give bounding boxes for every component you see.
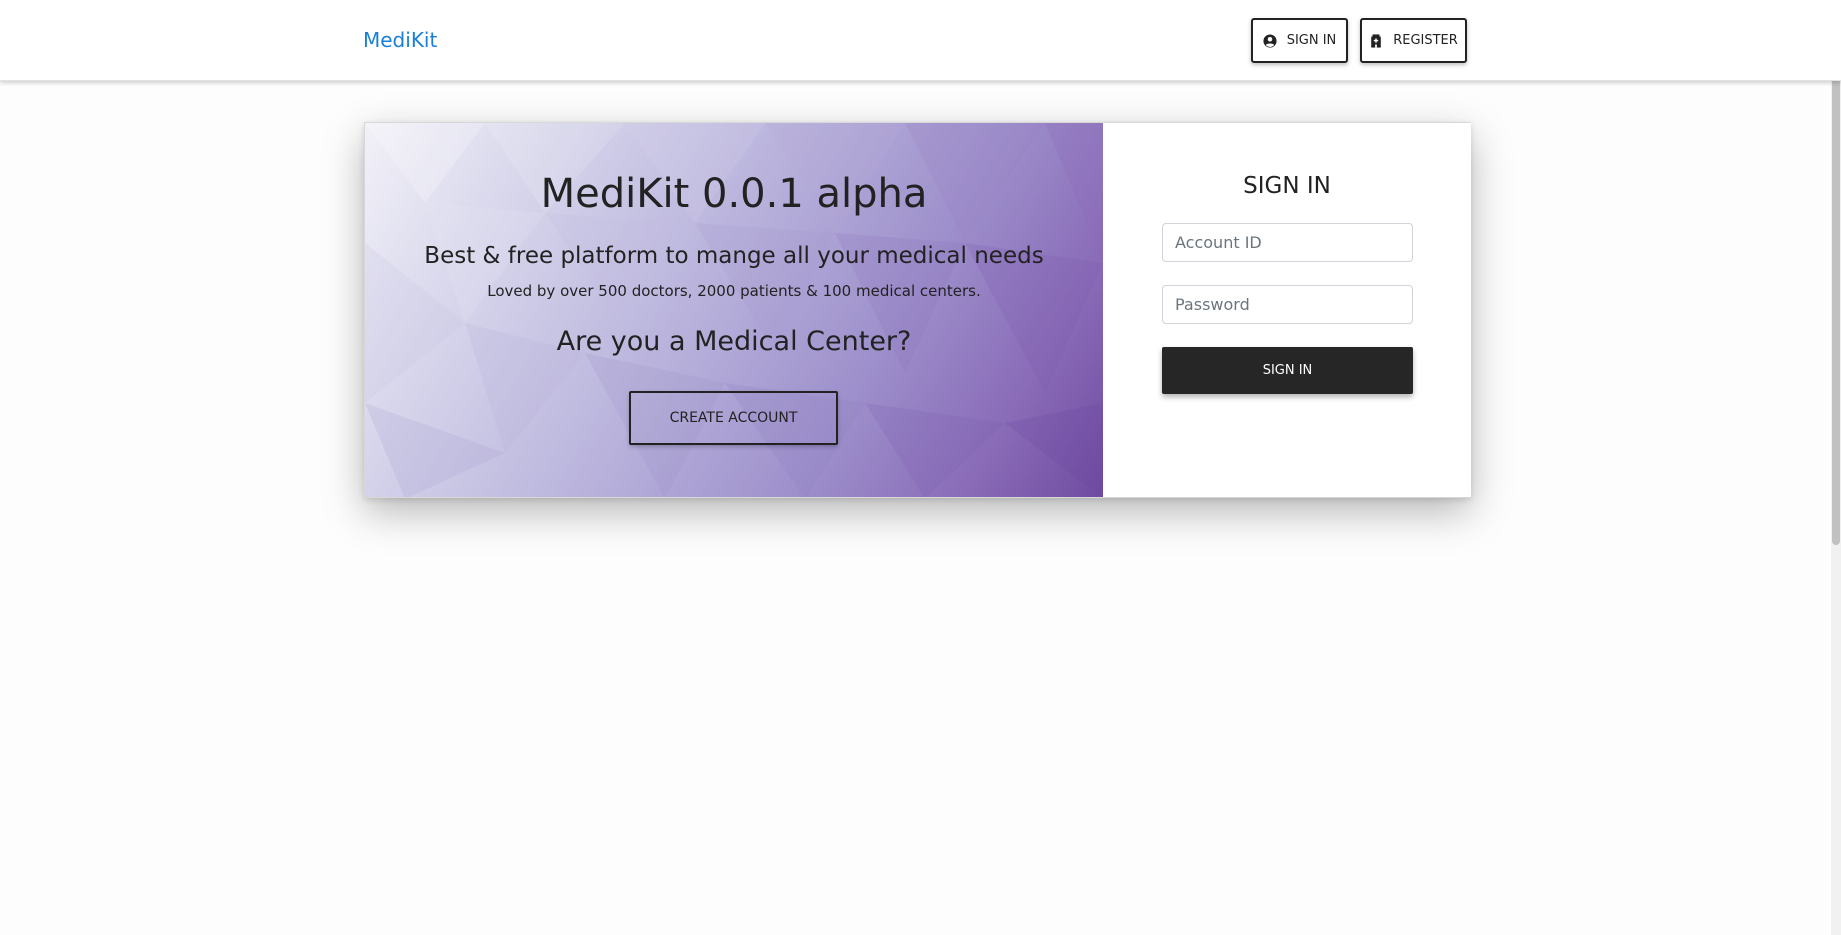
hero-question: Are you a Medical Center? (556, 326, 912, 357)
brand-link[interactable]: MediKit (363, 28, 437, 52)
hero-tagline: Best & free platform to mange all your m… (424, 243, 1044, 269)
signin-form-title: SIGN IN (1243, 173, 1331, 199)
nav-register-button[interactable]: REGISTER (1360, 18, 1467, 63)
signin-form-panel: SIGN IN SIGN IN (1103, 123, 1471, 497)
top-navbar: MediKit SIGN IN REGISTER (0, 0, 1841, 81)
hero-title: MediKit 0.0.1 alpha (540, 171, 928, 217)
hospital-icon (1371, 33, 1382, 48)
hero-panel: MediKit 0.0.1 alpha Best & free platform… (365, 123, 1103, 497)
scrollbar-thumb[interactable] (1832, 2, 1840, 545)
create-account-button[interactable]: CREATE ACCOUNT (629, 391, 838, 445)
signin-submit-button[interactable]: SIGN IN (1162, 347, 1413, 394)
nav-register-label: REGISTER (1393, 33, 1458, 48)
user-circle-icon (1263, 33, 1277, 48)
hero-subline: Loved by over 500 doctors, 2000 patients… (487, 282, 981, 300)
nav-signin-label: SIGN IN (1286, 33, 1337, 48)
nav-signin-button[interactable]: SIGN IN (1251, 18, 1348, 63)
account-id-input[interactable] (1162, 223, 1413, 262)
page-scrollbar[interactable] (1831, 0, 1841, 935)
password-input[interactable] (1162, 285, 1413, 324)
hero-signin-card: MediKit 0.0.1 alpha Best & free platform… (364, 122, 1471, 498)
